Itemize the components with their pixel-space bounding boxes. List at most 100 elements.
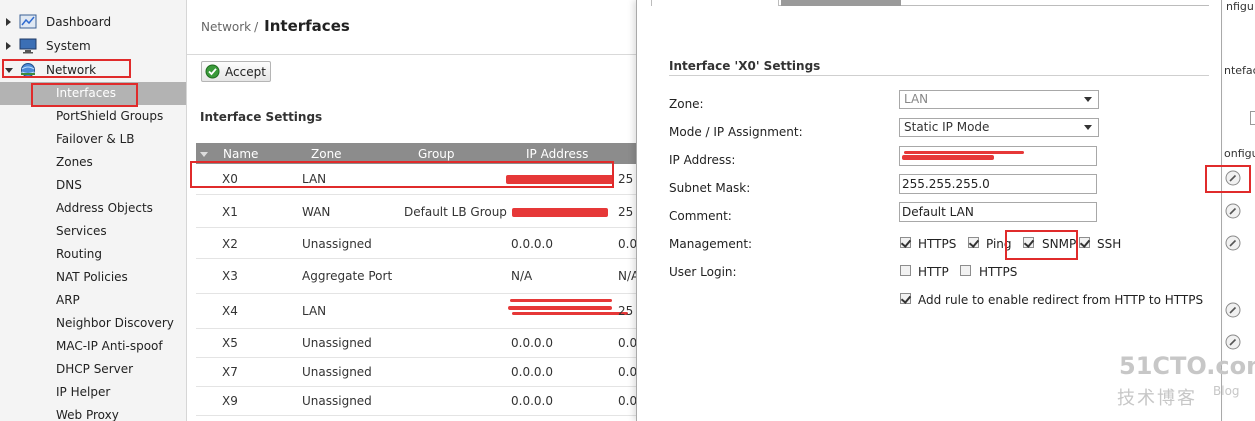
cell-ip: 0.0.0.0 <box>511 336 553 350</box>
sidebar-item-mac-ip-anti-spoof[interactable]: MAC-IP Anti-spoof <box>0 335 186 358</box>
table-row[interactable]: X2 Unassigned 0.0.0.0 0.0 <box>196 228 637 259</box>
cell-ip: 0.0.0.0 <box>511 394 553 408</box>
edit-icon[interactable] <box>1225 334 1241 350</box>
nav-dashboard[interactable]: Dashboard <box>0 11 186 33</box>
nav-system[interactable]: System <box>0 35 186 57</box>
zone-select-value: LAN <box>904 92 929 106</box>
sidebar-item-address-objects[interactable]: Address Objects <box>0 197 186 220</box>
redirect-https-label: Add rule to enable redirect from HTTP to… <box>918 293 1204 307</box>
user-login-https-checkbox[interactable] <box>960 265 971 276</box>
sidebar-item-web-proxy[interactable]: Web Proxy <box>0 404 186 421</box>
column-header-zone[interactable]: Zone <box>311 147 342 161</box>
comment-label: Comment: <box>669 209 732 223</box>
cell-extra: 0.0 <box>618 237 638 251</box>
sidebar-item-neighbor-discovery[interactable]: Neighbor Discovery <box>0 312 186 335</box>
management-snmp-label: SNMP <box>1042 237 1077 251</box>
column-header-group[interactable]: Group <box>418 147 455 161</box>
nav-network[interactable]: Network <box>0 59 186 81</box>
sidebar-item-portshield-groups[interactable]: PortShield Groups <box>0 105 186 128</box>
sidebar-item-failover-lb[interactable]: Failover & LB <box>0 128 186 151</box>
nav-label: PortShield Groups <box>56 109 164 123</box>
table-row[interactable]: X7 Unassigned 0.0.0.0 0.0 <box>196 358 637 387</box>
dialog-title: Interface 'X0' Settings <box>669 59 821 73</box>
expand-arrow-icon[interactable] <box>6 42 11 50</box>
breadcrumb-parent[interactable]: Network <box>201 20 251 34</box>
nav-label: Address Objects <box>56 201 153 215</box>
nav-label: ARP <box>56 293 80 307</box>
cell-zone: Unassigned <box>302 237 372 251</box>
management-ping-checkbox[interactable] <box>968 237 979 248</box>
edit-icon[interactable] <box>1225 170 1241 186</box>
sidebar-item-services[interactable]: Services <box>0 220 186 243</box>
nav-label: Neighbor Discovery <box>56 316 174 330</box>
sidebar-item-nat-policies[interactable]: NAT Policies <box>0 266 186 289</box>
cell-extra: 25 <box>618 205 634 219</box>
watermark-blog: Blog <box>1213 384 1240 398</box>
cell-extra: 0.0 <box>618 365 638 379</box>
comment-field[interactable]: Default LAN <box>899 202 1097 222</box>
cell-extra: 25 <box>618 304 634 318</box>
table-row[interactable]: X4 LAN 25 <box>196 294 637 329</box>
expand-arrow-icon[interactable] <box>6 18 11 26</box>
redaction-mark <box>508 306 612 310</box>
sidebar-item-dns[interactable]: DNS <box>0 174 186 197</box>
cell-ip: N/A <box>511 269 533 283</box>
dialog-tab-advanced[interactable] <box>781 0 901 6</box>
sort-arrow-icon[interactable] <box>200 152 208 157</box>
mode-select[interactable]: Static IP Mode <box>899 118 1099 137</box>
cell-name: X7 <box>222 365 238 379</box>
cell-zone: Aggregate Port <box>302 269 393 283</box>
watermark-brand: 51CTO.com <box>1119 352 1255 380</box>
table-row[interactable]: X1 WAN Default LB Group 25 <box>196 195 637 228</box>
nav-label: IP Helper <box>56 385 111 399</box>
edit-icon[interactable] <box>1225 302 1241 318</box>
user-login-http-checkbox[interactable] <box>900 265 911 276</box>
management-snmp-checkbox[interactable] <box>1023 237 1034 248</box>
watermark: 51CTO.com 技术博客 Blog <box>1113 352 1255 412</box>
accept-button[interactable]: Accept <box>201 61 271 82</box>
chevron-down-icon <box>1084 97 1092 102</box>
toolbar-divider <box>187 54 637 55</box>
subnet-mask-field[interactable]: 255.255.255.0 <box>899 174 1097 194</box>
breadcrumb: Network / Interfaces <box>201 17 350 35</box>
cell-group: Default LB Group <box>404 205 507 219</box>
sidebar-item-interfaces[interactable]: Interfaces <box>0 82 186 105</box>
page-title: Interfaces <box>264 17 350 35</box>
ip-address-field[interactable] <box>899 146 1097 166</box>
cell-name: X5 <box>222 336 238 350</box>
nav-label: System <box>46 39 91 53</box>
sidebar: Dashboard System Network Interfaces Port… <box>0 0 187 421</box>
redaction-mark <box>902 155 994 160</box>
table-row[interactable]: X3 Aggregate Port N/A N/A <box>196 259 639 294</box>
column-header-ip-address[interactable]: IP Address <box>526 147 588 161</box>
zone-select[interactable]: LAN <box>899 90 1099 109</box>
subnet-mask-label: Subnet Mask: <box>669 181 751 195</box>
edit-icon[interactable] <box>1225 203 1241 219</box>
table-row[interactable]: X9 Unassigned 0.0.0.0 0.0 <box>196 387 637 416</box>
sidebar-item-dhcp-server[interactable]: DHCP Server <box>0 358 186 381</box>
management-https-checkbox[interactable] <box>900 237 911 248</box>
sidebar-item-zones[interactable]: Zones <box>0 151 186 174</box>
sidebar-item-routing[interactable]: Routing <box>0 243 186 266</box>
table-header: Name Zone Group IP Address <box>196 143 637 164</box>
main-content: Network / Interfaces Accept Interface Se… <box>187 0 639 421</box>
cell-name: X4 <box>222 304 238 318</box>
management-ssh-checkbox[interactable] <box>1079 237 1090 248</box>
sidebar-item-arp[interactable]: ARP <box>0 289 186 312</box>
table-row[interactable]: X0 LAN 25 <box>196 164 637 195</box>
table-row[interactable]: X5 Unassigned 0.0.0.0 0.0 <box>196 329 637 358</box>
nav-label: Failover & LB <box>56 132 135 146</box>
user-login-label: User Login: <box>669 265 737 279</box>
column-header-name[interactable]: Name <box>223 147 258 161</box>
cell-zone: Unassigned <box>302 394 372 408</box>
cell-zone: Unassigned <box>302 365 372 379</box>
sidebar-item-ip-helper[interactable]: IP Helper <box>0 381 186 404</box>
redirect-https-checkbox[interactable] <box>900 293 911 304</box>
nav-label: Routing <box>56 247 103 261</box>
dialog-tab-general[interactable] <box>651 0 779 6</box>
collapse-arrow-icon[interactable] <box>5 68 13 73</box>
edit-icon[interactable] <box>1225 235 1241 251</box>
nav-label: Interfaces <box>56 86 116 100</box>
management-ping-label: Ping <box>986 237 1012 251</box>
redaction-mark <box>510 299 612 302</box>
